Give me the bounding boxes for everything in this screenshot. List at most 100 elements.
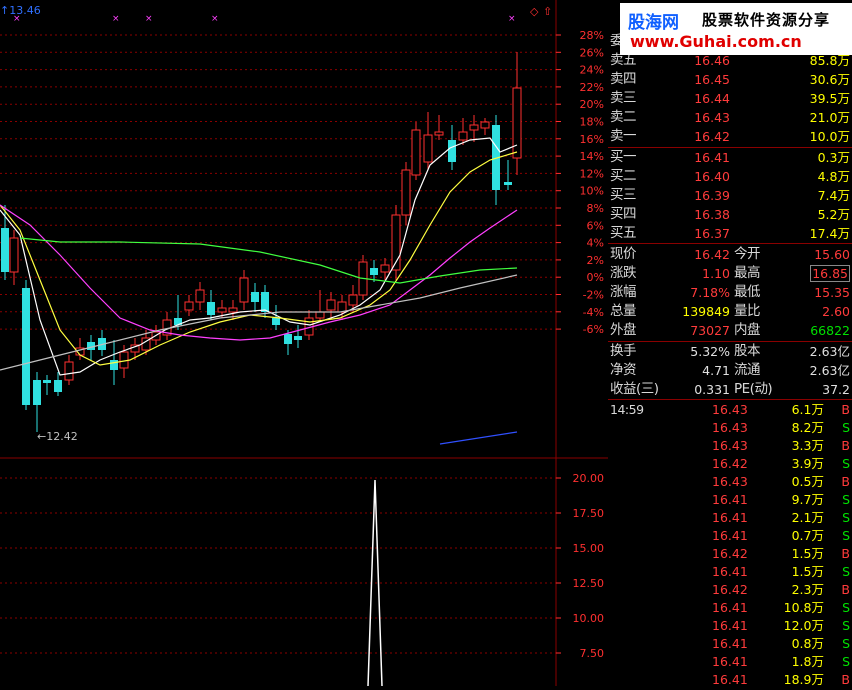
quote-row: 外盘 73027 内盘 66822	[608, 321, 852, 340]
tick-volume: 0.7万	[791, 528, 824, 543]
fund-row: 换手 5.32% 股本 2.63亿	[608, 342, 852, 361]
quote-value: 16.85	[810, 265, 850, 282]
tick-row[interactable]: 16.41 9.7万 S	[608, 490, 852, 509]
quote-value: 2.60	[822, 304, 850, 319]
quote-label: 内盘	[734, 322, 761, 338]
candle-body	[272, 318, 280, 325]
tick-volume: 9.7万	[791, 492, 824, 507]
fund-value: 37.2	[822, 382, 850, 397]
tick-price: 16.41	[712, 618, 748, 633]
tick-row[interactable]: 16.42 1.5万 B	[608, 544, 852, 563]
tick-volume: 1.5万	[791, 564, 824, 579]
quote-value: 66822	[810, 323, 850, 338]
quote-label: 涨幅	[610, 284, 637, 300]
candle-body	[469, 124, 479, 131]
bid-row[interactable]: 买一 16.41 0.3万	[608, 148, 852, 167]
ask-label: 卖三	[610, 90, 637, 106]
candle-body	[228, 307, 238, 313]
quote-value: 16.42	[694, 247, 730, 262]
candle-body	[207, 302, 215, 315]
tick-volume: 1.8万	[791, 654, 824, 669]
ask-price: 16.44	[694, 91, 730, 106]
bid-volume: 5.2万	[817, 207, 850, 222]
fund-label: 净资	[610, 362, 637, 378]
tick-row[interactable]: 16.41 18.9万 B	[608, 670, 852, 689]
candle-body	[480, 121, 490, 129]
tick-volume: 8.2万	[791, 420, 824, 435]
tick-price: 16.42	[712, 582, 748, 597]
tick-row[interactable]: 16.41 10.8万 S	[608, 598, 852, 617]
tick-row[interactable]: 16.42 2.3万 B	[608, 580, 852, 599]
signal-marker: ×	[211, 14, 219, 24]
bid-price: 16.40	[694, 169, 730, 184]
tick-volume: 18.9万	[783, 672, 824, 687]
price-tick-label: -6%	[583, 323, 604, 336]
tick-row[interactable]: 16.41 12.0万 S	[608, 616, 852, 635]
volume-grid: 20.00 17.50 15.00 12.50 10.00 7.50	[0, 472, 604, 660]
tick-row[interactable]: 14:59 16.43 6.1万 B	[608, 400, 852, 419]
tick-volume: 2.1万	[791, 510, 824, 525]
tick-volume: 0.8万	[791, 636, 824, 651]
candle-body	[315, 311, 325, 319]
ma5-line	[0, 137, 518, 376]
ask-row[interactable]: 卖一 16.42 10.0万	[608, 127, 852, 146]
bid-label: 买一	[610, 149, 637, 165]
volume-tick-label: 12.50	[573, 577, 605, 590]
quote-value: 139849	[682, 304, 730, 319]
ask-row[interactable]: 卖三 16.44 39.5万	[608, 89, 852, 108]
bid-label: 买四	[610, 206, 637, 222]
tick-row[interactable]: 16.43 0.5万 B	[608, 472, 852, 491]
ask-volume: 21.0万	[809, 110, 850, 125]
kline-chart-area[interactable]: 28% 26% 24% 22% 20% 18% 16% 14% 12% 10% 8% 6% 4% 2% 0%…	[0, 0, 608, 687]
ma10-line	[0, 151, 518, 366]
bid-label: 买二	[610, 168, 637, 184]
low-price-label: ←12.42	[37, 430, 78, 443]
candle-body	[1, 228, 9, 272]
tick-side: S	[842, 420, 850, 435]
candle-body	[448, 140, 456, 162]
fund-value: 5.32%	[690, 344, 730, 359]
candle-body	[284, 334, 292, 344]
tick-row[interactable]: 16.41 0.7万 S	[608, 526, 852, 545]
candle-body	[9, 237, 19, 273]
tick-row[interactable]: 16.41 1.8万 S	[608, 652, 852, 671]
ask-row[interactable]: 卖二 16.43 21.0万	[608, 108, 852, 127]
candle-body	[380, 264, 390, 273]
tick-price: 16.43	[712, 402, 748, 417]
bid-row[interactable]: 买三 16.39 7.4万	[608, 186, 852, 205]
bid-row[interactable]: 买五 16.37 17.4万	[608, 224, 852, 243]
bid-row[interactable]: 买四 16.38 5.2万	[608, 205, 852, 224]
ask-row[interactable]: 卖四 16.45 30.6万	[608, 70, 852, 89]
quote-panel: 委 卖五 16.46 85.8万 卖四 16.45 30.6万 卖三 16.44 39.5万 卖二…	[608, 0, 852, 689]
fund-value: 2.63亿	[809, 363, 850, 378]
arrow-up-icon[interactable]: ⇧	[543, 5, 552, 18]
bid-row[interactable]: 买二 16.40 4.8万	[608, 167, 852, 186]
tick-row[interactable]: 16.43 3.3万 B	[608, 436, 852, 455]
price-tick-label: 26%	[580, 46, 604, 59]
quote-row: 总量 139849 量比 2.60	[608, 302, 852, 321]
tick-side: S	[842, 600, 850, 615]
tick-row[interactable]: 16.41 1.5万 S	[608, 562, 852, 581]
signal-markers: × × × × ×	[13, 14, 516, 24]
quote-row: 现价 16.42 今开 15.60	[608, 245, 852, 264]
candle-body	[337, 301, 347, 313]
tick-row[interactable]: 16.41 2.1万 S	[608, 508, 852, 527]
tick-side: S	[842, 528, 850, 543]
quote-value: 15.60	[814, 247, 850, 262]
indicator-line	[439, 431, 518, 445]
volume-tick-label: 10.00	[573, 612, 605, 625]
candle-body	[217, 307, 227, 313]
kline-chart[interactable]: 28% 26% 24% 22% 20% 18% 16% 14% 12% 10% 8% 6% 4% 2% 0%…	[0, 0, 608, 687]
diamond-icon[interactable]: ◇	[530, 5, 539, 18]
tick-row[interactable]: 16.43 8.2万 S	[608, 418, 852, 437]
candle-body	[184, 301, 194, 311]
tick-price: 16.41	[712, 564, 748, 579]
tick-row[interactable]: 16.41 0.8万 S	[608, 634, 852, 653]
quote-row: 涨跌 1.10 最高 16.85	[608, 264, 852, 283]
bid-label: 买五	[610, 225, 637, 241]
tick-row[interactable]: 16.42 3.9万 S	[608, 454, 852, 473]
quote-value: 1.10	[702, 266, 730, 281]
volume-tick-label: 20.00	[573, 472, 605, 485]
bid-volume: 4.8万	[817, 169, 850, 184]
quote-row: 涨幅 7.18% 最低 15.35	[608, 283, 852, 302]
